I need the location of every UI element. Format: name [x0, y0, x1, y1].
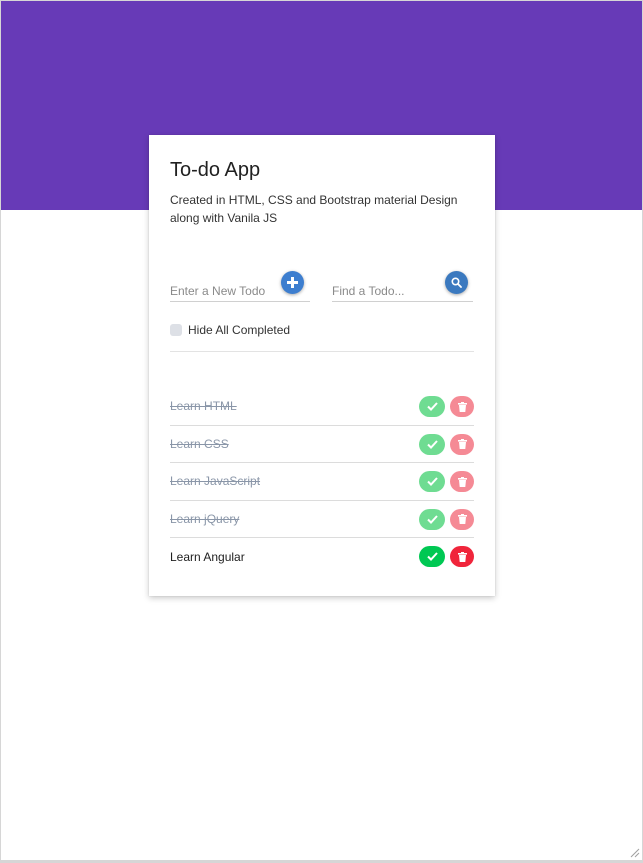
complete-button[interactable] — [419, 508, 445, 530]
delete-button[interactable] — [450, 396, 474, 417]
complete-button[interactable] — [419, 433, 445, 455]
todo-actions — [414, 546, 474, 567]
divider — [170, 351, 474, 352]
todo-text: Learn CSS — [170, 436, 229, 451]
trash-icon — [457, 514, 467, 524]
add-todo-button[interactable] — [281, 271, 304, 294]
check-icon — [426, 514, 438, 524]
complete-button[interactable] — [419, 396, 445, 417]
inputs-row — [170, 271, 474, 302]
todo-actions — [414, 396, 474, 417]
check-icon — [426, 552, 438, 561]
check-icon — [426, 439, 438, 449]
app-subtitle: Created in HTML, CSS and Bootstrap mater… — [170, 193, 458, 225]
todo-item: Learn JavaScript — [170, 463, 474, 501]
todo-item: Learn jQuery — [170, 501, 474, 538]
page-viewport: To-do App Created in HTML, CSS and Boots… — [0, 0, 643, 863]
todo-text: Learn jQuery — [170, 511, 240, 526]
complete-button[interactable] — [419, 546, 445, 567]
todo-text: Learn JavaScript — [170, 474, 261, 489]
new-todo-field — [170, 271, 310, 302]
find-todo-field — [332, 271, 473, 302]
delete-button[interactable] — [450, 508, 474, 530]
todo-actions — [414, 508, 474, 530]
trash-icon — [457, 476, 467, 487]
delete-button[interactable] — [450, 546, 474, 567]
check-icon — [426, 477, 438, 486]
trash-icon — [457, 439, 467, 449]
trash-icon — [457, 401, 467, 412]
app-title: To-do App — [170, 159, 261, 181]
todo-text: Learn Angular — [170, 549, 245, 564]
plus-icon — [287, 277, 298, 288]
todo-item: Learn HTML — [170, 388, 474, 426]
complete-button[interactable] — [419, 471, 445, 492]
todo-item: Learn CSS — [170, 426, 474, 463]
delete-button[interactable] — [450, 471, 474, 492]
todo-actions — [414, 433, 474, 455]
todo-text: Learn HTML — [170, 399, 237, 414]
search-icon — [451, 277, 462, 288]
delete-button[interactable] — [450, 433, 474, 455]
todo-actions — [414, 471, 474, 492]
todo-item: Learn Angular — [170, 538, 474, 576]
hide-completed-checkbox[interactable] — [170, 324, 182, 336]
todo-list: Learn HTML Learn CSS Learn JavaScript Le… — [170, 388, 474, 576]
check-icon — [426, 402, 438, 411]
resize-grip-icon[interactable] — [630, 848, 640, 858]
hide-completed-label: Hide All Completed — [188, 323, 291, 337]
trash-icon — [457, 551, 467, 562]
todo-card: To-do App Created in HTML, CSS and Boots… — [149, 135, 495, 596]
hide-completed-row[interactable]: Hide All Completed — [170, 321, 290, 339]
search-todo-button[interactable] — [445, 271, 468, 294]
